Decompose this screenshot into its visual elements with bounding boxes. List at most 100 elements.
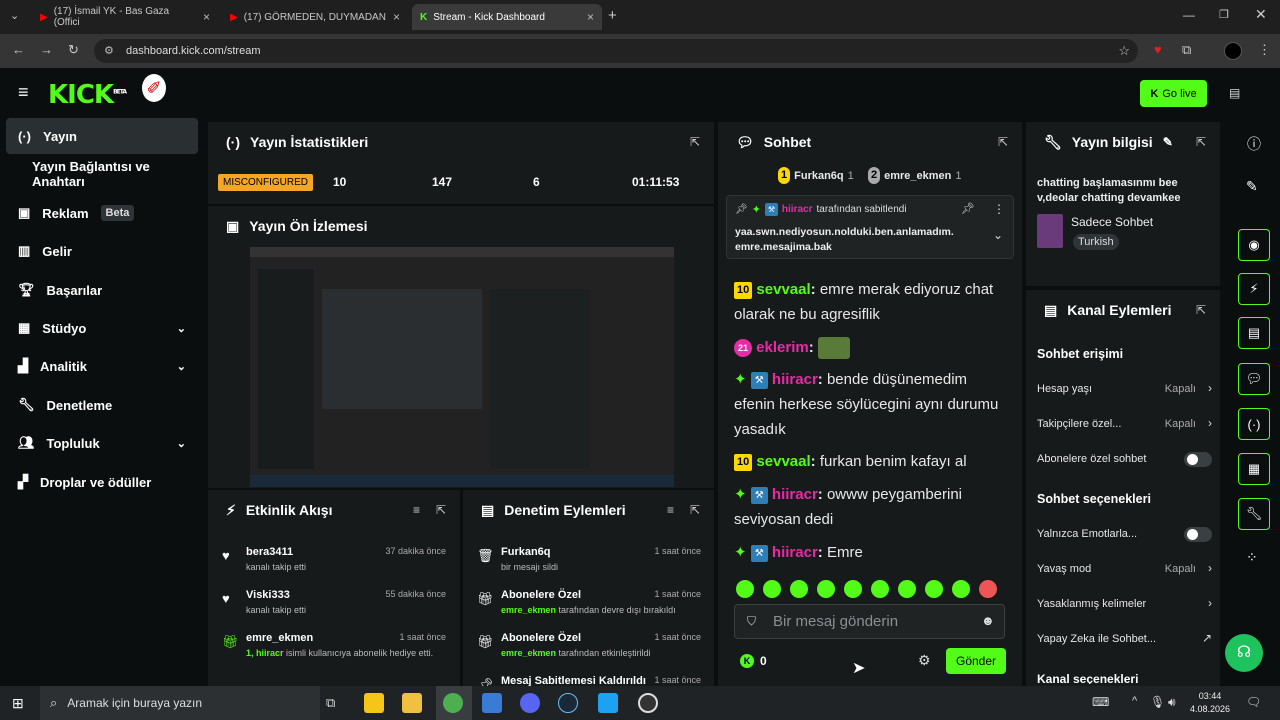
- minimize-icon[interactable]: —: [1183, 8, 1195, 22]
- chevron-down-icon[interactable]: ⌄: [993, 228, 1003, 242]
- emote-icon[interactable]: [763, 580, 781, 598]
- emote-icon[interactable]: [790, 580, 808, 598]
- taskbar-app-icon[interactable]: [598, 693, 618, 713]
- profile-avatar[interactable]: [1224, 42, 1242, 60]
- taskbar-app-icon[interactable]: [482, 693, 502, 713]
- action-row-slow-mode[interactable]: Yavaş mod Kapalı ›: [1037, 558, 1212, 580]
- edit-pencil-icon[interactable]: ✎: [1163, 135, 1173, 149]
- emote-icon[interactable]: [736, 580, 754, 598]
- tray-chevron-icon[interactable]: ^: [1132, 695, 1137, 707]
- kicks-balance[interactable]: K0: [740, 654, 767, 668]
- steam-icon[interactable]: [558, 693, 578, 713]
- obs-icon[interactable]: [638, 693, 658, 713]
- chat-input[interactable]: ⛉ Bir mesaj gönderin ☻: [734, 604, 1005, 639]
- sidebar-item-denetleme[interactable]: 🔧︎ Denetleme: [6, 387, 198, 423]
- new-tab-icon[interactable]: +: [608, 7, 617, 24]
- close-icon[interactable]: ×: [587, 10, 594, 24]
- sidebar-item-stream-key[interactable]: Yayın Bağlantısı ve Anahtarı: [6, 156, 198, 192]
- taskbar-search[interactable]: ⌕ Aramak için buraya yazın: [40, 686, 320, 720]
- forward-icon[interactable]: →: [40, 42, 53, 57]
- emote-icon[interactable]: [979, 580, 997, 598]
- top-gifter-1[interactable]: 1 Furkan6q 1: [778, 167, 854, 184]
- support-headset-button[interactable]: ☊: [1225, 634, 1263, 672]
- quick-action-bolt[interactable]: ⚡︎: [1238, 273, 1270, 305]
- go-live-button[interactable]: K Go live: [1140, 80, 1207, 107]
- stream-preview-video[interactable]: [250, 247, 674, 487]
- popout-icon[interactable]: ⇱: [998, 135, 1008, 149]
- emote-icon[interactable]: [844, 580, 862, 598]
- taskbar-clock[interactable]: 03:44 4.08.2026: [1190, 690, 1230, 716]
- volume-icon[interactable]: 🔊︎: [1168, 695, 1176, 710]
- top-gifter-2[interactable]: 2 emre_ekmen 1: [868, 167, 962, 184]
- close-icon[interactable]: ×: [393, 10, 400, 24]
- popout-icon[interactable]: ⇱: [690, 135, 700, 149]
- site-info-icon[interactable]: ⚙: [104, 44, 114, 57]
- browser-tab-2[interactable]: ▶ (17) GÖRMEDEN, DUYMADAN ×: [222, 4, 408, 30]
- quick-action-chat[interactable]: 💬︎: [1238, 363, 1270, 395]
- close-icon[interactable]: ×: [203, 10, 210, 24]
- quick-action-layout[interactable]: ▦: [1238, 453, 1270, 485]
- reload-icon[interactable]: ↻: [68, 42, 79, 58]
- taskbar-app-icon[interactable]: [364, 693, 384, 713]
- action-row-followers-only[interactable]: Takipçilere özel... Kapalı ›: [1037, 413, 1212, 435]
- popout-icon[interactable]: ⇱: [436, 503, 446, 517]
- quick-action-note[interactable]: ▤: [1238, 317, 1270, 349]
- task-view-icon[interactable]: ⧉: [326, 695, 335, 711]
- settings-gear-icon[interactable]: ⚙: [918, 652, 931, 669]
- toggle-switch[interactable]: [1184, 452, 1212, 467]
- quick-action-wrench[interactable]: 🔧︎: [1238, 498, 1270, 530]
- notification-icon[interactable]: 🗨︎: [1246, 695, 1261, 709]
- extension-heart-icon[interactable]: ♥: [1154, 42, 1162, 57]
- browser-tab-3[interactable]: K Stream - Kick Dashboard ×: [412, 4, 602, 30]
- unpin-icon[interactable]: 📌︎: [961, 202, 975, 215]
- emote-icon[interactable]: [925, 580, 943, 598]
- layout-toggle-icon[interactable]: ▤: [1229, 86, 1240, 100]
- more-apps-icon[interactable]: ⁘: [1246, 549, 1258, 566]
- sidebar-item-analitik[interactable]: ▟ Analitik ⌄: [6, 348, 198, 384]
- keyboard-icon[interactable]: ⌨: [1092, 695, 1109, 709]
- discord-icon[interactable]: [520, 693, 540, 713]
- popout-icon[interactable]: ⇱: [1196, 303, 1206, 317]
- sidebar-item-droplar[interactable]: ▞ Droplar ve ödüller: [6, 464, 198, 500]
- send-button[interactable]: Gönder: [946, 648, 1006, 674]
- sidebar-item-gelir[interactable]: ▥ Gelir: [6, 233, 198, 269]
- info-icon[interactable]: ⓘ: [1247, 134, 1261, 154]
- chat-username[interactable]: sevvaal: [756, 281, 810, 298]
- sidebar-item-studyo[interactable]: ▦ Stüdyo ⌄: [6, 310, 198, 346]
- sidebar-item-yayin[interactable]: (·) Yayın: [6, 118, 198, 154]
- chat-username[interactable]: hiiracr: [772, 371, 818, 388]
- action-row-banned-words[interactable]: Yasaklanmış kelimeler ›: [1037, 593, 1212, 615]
- emote-icon[interactable]: [817, 580, 835, 598]
- filter-icon[interactable]: ≡: [667, 503, 674, 517]
- browser-tab-1[interactable]: ▶ (17) İsmail YK - Bas Gaza (Offici ×: [32, 4, 218, 30]
- maximize-icon[interactable]: ❐: [1219, 8, 1229, 21]
- extensions-icon[interactable]: ⧉: [1182, 42, 1191, 58]
- microphone-icon[interactable]: 🎙︎: [1150, 695, 1165, 709]
- kick-logo[interactable]: KICKBETA: [48, 80, 127, 110]
- pinned-message[interactable]: 📌︎ ✦ ⚒ hiiracr tarafından sabitlendi 📌︎ ⋮ y…: [726, 195, 1014, 259]
- action-row-account-age[interactable]: Hesap yaşı Kapalı ›: [1037, 378, 1212, 400]
- emote-icon[interactable]: [898, 580, 916, 598]
- filter-icon[interactable]: ≡: [413, 503, 420, 517]
- window-close-icon[interactable]: ✕: [1255, 6, 1267, 23]
- quick-action-broadcast[interactable]: (·): [1238, 408, 1270, 440]
- popout-icon[interactable]: ⇱: [1196, 135, 1206, 149]
- bookmark-star-icon[interactable]: ☆: [1118, 43, 1130, 59]
- menu-dots-icon[interactable]: ⋮: [1258, 42, 1271, 58]
- edit-pencil-icon[interactable]: ✎: [1246, 178, 1258, 195]
- sidebar-item-reklam[interactable]: ▣ Reklam Beta: [6, 195, 198, 231]
- emoji-icon[interactable]: ☻: [981, 613, 995, 628]
- file-explorer-icon[interactable]: [402, 693, 422, 713]
- sidebar-item-topluluk[interactable]: 👥︎ Topluluk ⌄: [6, 425, 198, 461]
- emote-icon[interactable]: [952, 580, 970, 598]
- windows-start-icon[interactable]: ⊞: [12, 695, 24, 712]
- more-options-icon[interactable]: ⋮: [993, 202, 1005, 216]
- url-input[interactable]: ⚙ dashboard.kick.com/stream ☆: [94, 39, 1138, 63]
- toggle-switch[interactable]: [1184, 527, 1212, 542]
- emote-icon[interactable]: [871, 580, 889, 598]
- action-row-ai-chat[interactable]: Yapay Zeka ile Sohbet... ↗: [1037, 628, 1212, 650]
- back-icon[interactable]: ←: [12, 42, 25, 57]
- quick-action-camera[interactable]: ◉: [1238, 229, 1270, 261]
- chat-username[interactable]: hiiracr: [772, 544, 818, 561]
- tab-list-icon[interactable]: ⌄: [10, 9, 19, 22]
